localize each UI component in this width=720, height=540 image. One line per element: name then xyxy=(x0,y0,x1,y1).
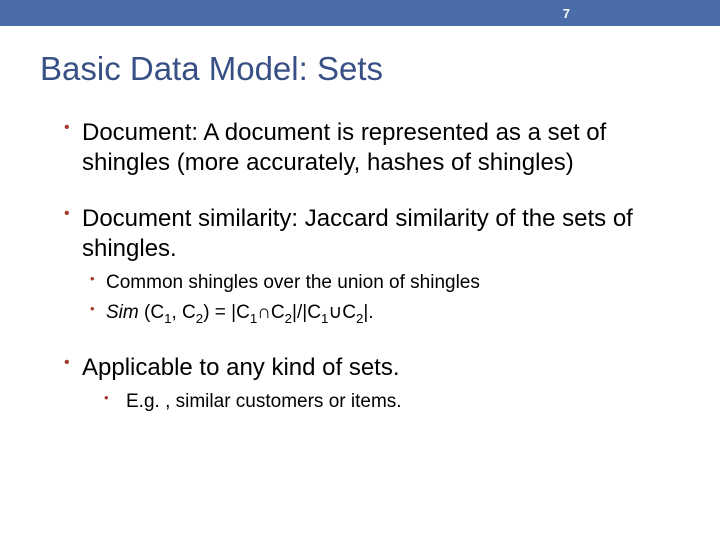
formula-c1-b: C xyxy=(236,302,250,323)
formula-c2-c: C xyxy=(342,302,356,323)
bullet-similarity-text: Document similarity: Jaccard similarity … xyxy=(82,205,633,262)
formula-comma: , xyxy=(171,302,182,323)
page-number: 7 xyxy=(563,6,570,21)
slide-content: Document: A document is represented as a… xyxy=(64,118,700,415)
bullet-document-text: Document: A document is represented as a… xyxy=(82,119,606,176)
formula-c2-a: C xyxy=(182,302,196,323)
formula-c1-a: C xyxy=(150,302,164,323)
formula-sim-label: Sim xyxy=(106,302,139,323)
bullet-similarity: Document similarity: Jaccard similarity … xyxy=(64,204,700,327)
formula-c1-c: C xyxy=(307,302,321,323)
formula-end: |. xyxy=(363,302,373,323)
sub-bullet-example-text: E.g. , similar customers or items. xyxy=(126,391,402,412)
formula-cup: ∪ xyxy=(328,302,342,323)
bullet-applicable: Applicable to any kind of sets. E.g. , s… xyxy=(64,353,700,415)
formula-eq: ) = | xyxy=(203,302,236,323)
slide: 7 Basic Data Model: Sets Document: A doc… xyxy=(0,0,720,540)
sub-bullet-example: E.g. , similar customers or items. xyxy=(104,389,700,415)
formula-mid: |/| xyxy=(292,302,307,323)
header-bar: 7 xyxy=(0,0,720,26)
formula-c2-b: C xyxy=(271,302,285,323)
sub-bullet-common: Common shingles over the union of shingl… xyxy=(90,270,700,296)
slide-title: Basic Data Model: Sets xyxy=(40,50,720,88)
sub-bullet-common-text: Common shingles over the union of shingl… xyxy=(106,272,480,293)
formula-cap: ∩ xyxy=(257,302,271,323)
bullet-document: Document: A document is represented as a… xyxy=(64,118,700,178)
formula-sub2-b: 2 xyxy=(285,310,292,325)
sub-bullet-formula: Sim (C1, C2) = |C1∩C2|/|C1∪C2|. xyxy=(90,300,700,328)
bullet-applicable-text: Applicable to any kind of sets. xyxy=(82,354,400,381)
